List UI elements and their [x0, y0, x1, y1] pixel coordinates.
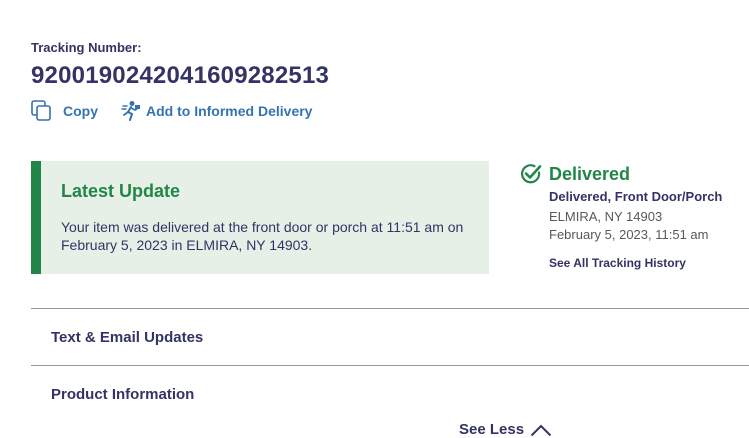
tracking-number: 9200190242041609282513: [31, 62, 330, 89]
status-detail: Delivered, Front Door/Porch: [549, 189, 723, 204]
copy-label: Copy: [63, 103, 98, 119]
status-header: Delivered: [519, 162, 747, 186]
latest-update-title: Latest Update: [61, 181, 181, 201]
section-divider: [31, 308, 749, 309]
copy-button[interactable]: Copy: [31, 100, 98, 122]
see-less-button[interactable]: See Less: [459, 421, 552, 438]
latest-update-text: Your item was delivered at the front doo…: [61, 219, 464, 253]
section-divider: [31, 365, 749, 366]
add-to-informed-delivery-button[interactable]: Add to Informed Delivery: [120, 100, 312, 122]
copy-icon: [31, 100, 53, 122]
add-to-informed-delivery-label: Add to Informed Delivery: [146, 103, 313, 119]
check-circle-icon: [519, 162, 543, 186]
status-title: Delivered: [549, 163, 631, 184]
see-all-tracking-history-link[interactable]: See All Tracking History: [549, 256, 747, 270]
tracking-number-label: Tracking Number:: [31, 40, 142, 55]
text-email-updates-toggle[interactable]: Text & Email Updates: [51, 329, 203, 346]
chevron-up-icon: [530, 423, 552, 437]
status-location: ELMIRA, NY 14903: [549, 209, 663, 224]
carrier-running-icon: [120, 100, 142, 122]
product-information-toggle[interactable]: Product Information: [51, 386, 194, 403]
see-less-label: See Less: [459, 421, 525, 438]
delivery-status: Delivered Delivered, Front Door/Porch EL…: [519, 162, 747, 270]
status-timestamp: February 5, 2023, 11:51 am: [549, 227, 709, 242]
latest-update-panel: Latest Update Your item was delivered at…: [31, 161, 489, 274]
tracking-actions: Copy Add to Informed Delivery: [31, 100, 312, 122]
tracking-page: Tracking Number: 9200190242041609282513 …: [0, 0, 749, 438]
